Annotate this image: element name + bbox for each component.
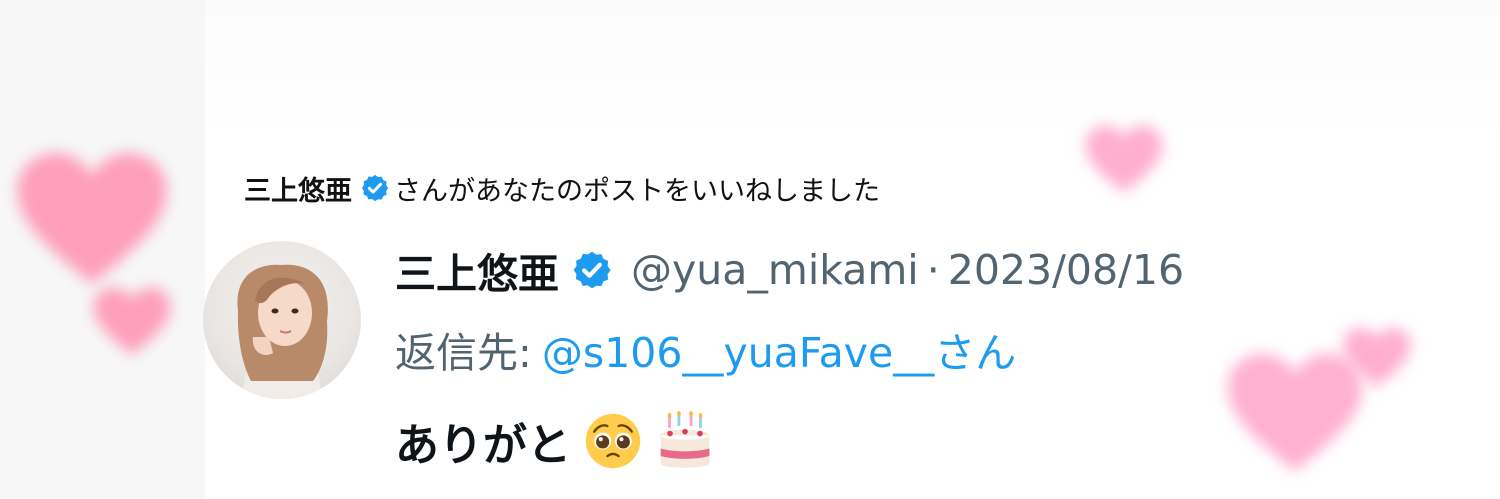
- reply-label: 返信先:: [395, 329, 532, 377]
- post-date[interactable]: 2023/08/16: [948, 246, 1184, 294]
- pleading-face-emoji: [583, 411, 643, 471]
- verified-badge-icon: [360, 173, 390, 203]
- heart-icon: [1225, 350, 1365, 478]
- birthday-cake-emoji: [655, 411, 715, 471]
- post-body-text: ありがと: [395, 420, 571, 471]
- post-text: ありがと: [395, 408, 715, 474]
- reply-target-link[interactable]: @s106__yuaFave__さん: [542, 319, 1016, 379]
- reply-context: 返信先: @s106__yuaFave__さん: [395, 318, 1016, 380]
- like-notification[interactable]: 三上悠亜 さんがあなたのポストをいいねしました: [244, 168, 880, 208]
- heart-icon: [12, 150, 172, 290]
- verified-badge-icon: [571, 249, 613, 291]
- post-display-name[interactable]: 三上悠亜: [395, 240, 559, 300]
- notification-message: さんがあなたのポストをいいねしました: [394, 175, 880, 207]
- heart-icon: [1084, 122, 1164, 198]
- heart-icon: [92, 286, 172, 358]
- avatar[interactable]: [203, 241, 361, 399]
- post-handle[interactable]: @yua_mikami: [631, 246, 919, 294]
- separator-dot: ·: [926, 246, 940, 294]
- panel-top-fade: [205, 0, 1500, 140]
- notification-actor-name[interactable]: 三上悠亜: [244, 169, 352, 208]
- post-header: 三上悠亜 @yua_mikami · 2023/08/16: [395, 236, 1184, 304]
